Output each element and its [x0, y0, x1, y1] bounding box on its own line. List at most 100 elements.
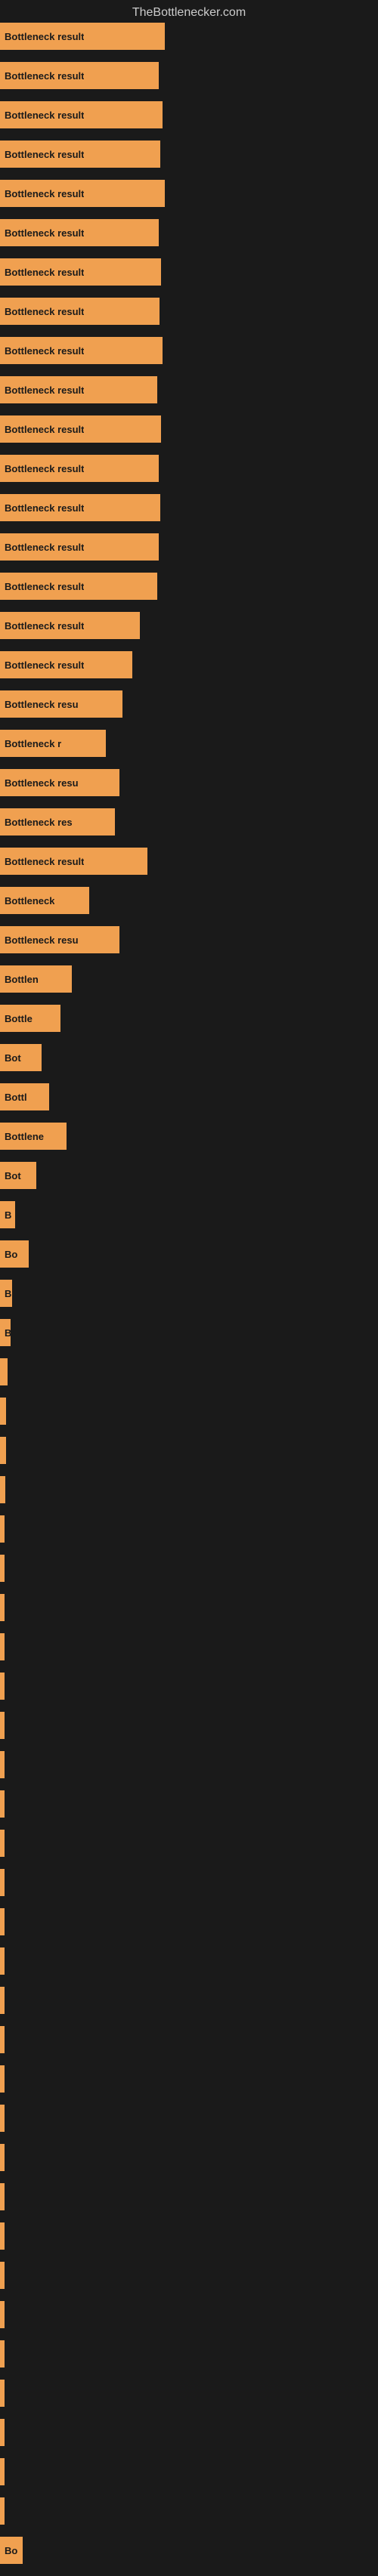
bar-item: Bottl: [0, 1083, 378, 1123]
bar-label: Bottleneck result: [5, 227, 84, 239]
bar-item: [0, 2458, 378, 2497]
bar-item: [0, 1712, 378, 1751]
bar-label: Bottleneck result: [5, 345, 84, 357]
bar-item: Bottleneck r: [0, 730, 378, 769]
bar-item: [0, 2340, 378, 2380]
bar-item: [0, 1555, 378, 1594]
bar-item: Bottleneck result: [0, 141, 378, 180]
bar-label: Bottlene: [5, 1131, 44, 1142]
bar-item: [0, 1830, 378, 1869]
bar-item: B: [0, 1319, 378, 1358]
bar-item: Bottleneck result: [0, 848, 378, 887]
bar-item: Bottleneck resu: [0, 690, 378, 730]
bar-item: Bottleneck result: [0, 494, 378, 533]
bar-item: [0, 1987, 378, 2026]
bar-item: Bottleneck: [0, 887, 378, 926]
bar-item: [0, 2419, 378, 2458]
bar-item: [0, 1947, 378, 1987]
bar-item: Bo: [0, 1240, 378, 1280]
bar-item: [0, 1908, 378, 1947]
bar-label: B: [5, 1327, 11, 1339]
bar-item: Bottleneck result: [0, 298, 378, 337]
bar-item: [0, 1633, 378, 1673]
bar-label: Bottleneck result: [5, 581, 84, 592]
bar-item: [0, 2301, 378, 2340]
bar-item: Bottleneck result: [0, 101, 378, 141]
bar-label: Bottleneck resu: [5, 934, 79, 946]
bar-item: [0, 1673, 378, 1712]
bar-item: [0, 2144, 378, 2183]
bar-label: Bottl: [5, 1092, 27, 1103]
bar-label: Bottleneck result: [5, 149, 84, 160]
bar-item: Bottleneck result: [0, 23, 378, 62]
bar-label: B: [5, 1288, 11, 1299]
bar-item: [0, 2026, 378, 2065]
bar-label: Bottleneck result: [5, 659, 84, 671]
bar-item: Bottleneck resu: [0, 769, 378, 808]
bar-item: Bottleneck result: [0, 180, 378, 219]
bar-item: Bottleneck result: [0, 219, 378, 258]
bar-label: Bot: [5, 1052, 21, 1064]
bar-item: B: [0, 1201, 378, 1240]
bar-item: Bottleneck result: [0, 455, 378, 494]
bar-item: Bottleneck result: [0, 258, 378, 298]
bar-label: Bottleneck result: [5, 188, 84, 199]
bar-label: Bottleneck result: [5, 31, 84, 42]
bar-item: [0, 1869, 378, 1908]
bar-item: Bottleneck result: [0, 651, 378, 690]
bar-label: Bottleneck result: [5, 502, 84, 514]
bar-label: Bottleneck resu: [5, 777, 79, 789]
bar-item: Bottleneck result: [0, 612, 378, 651]
bar-label: Bo: [5, 1249, 17, 1260]
bar-item: Bottlen: [0, 965, 378, 1005]
bar-item: Bo: [0, 2537, 378, 2576]
bar-label: Bottleneck result: [5, 70, 84, 82]
bar-item: [0, 1751, 378, 1790]
bar-label: Bottleneck result: [5, 856, 84, 867]
bar-label: Bottleneck result: [5, 385, 84, 396]
bar-label: Bottle: [5, 1013, 33, 1024]
bar-item: Bot: [0, 1044, 378, 1083]
bar-label: Bottlen: [5, 974, 39, 985]
bar-item: Bottle: [0, 1005, 378, 1044]
bar-label: Bo: [5, 2545, 17, 2556]
bar-item: [0, 2065, 378, 2105]
bar-item: Bottleneck result: [0, 337, 378, 376]
bar-item: [0, 1437, 378, 1476]
bar-item: Bot: [0, 1162, 378, 1201]
bar-label: Bottleneck result: [5, 620, 84, 632]
bar-label: Bottleneck r: [5, 738, 61, 749]
site-title: TheBottlenecker.com: [0, 0, 378, 23]
bar-label: Bottleneck result: [5, 542, 84, 553]
bar-item: [0, 2497, 378, 2537]
bar-item: [0, 1790, 378, 1830]
bar-label: Bot: [5, 1170, 21, 1181]
bar-label: Bottleneck result: [5, 110, 84, 121]
bar-item: [0, 2380, 378, 2419]
bar-label: B: [5, 1209, 11, 1221]
bar-label: Bottleneck: [5, 895, 54, 907]
bar-item: Bottlene: [0, 1123, 378, 1162]
bar-item: [0, 2262, 378, 2301]
bar-item: [0, 2222, 378, 2262]
bar-item: Bottleneck resu: [0, 926, 378, 965]
bar-item: Bottleneck result: [0, 415, 378, 455]
bar-item: Bottleneck res: [0, 808, 378, 848]
bar-item: [0, 1398, 378, 1437]
bar-label: Bottleneck result: [5, 463, 84, 474]
bar-label: Bottleneck result: [5, 306, 84, 317]
bar-label: Bottleneck resu: [5, 699, 79, 710]
bar-item: [0, 2105, 378, 2144]
bar-item: Bottleneck result: [0, 62, 378, 101]
bar-item: B: [0, 1280, 378, 1319]
bar-item: Bottleneck result: [0, 533, 378, 573]
bar-item: [0, 2183, 378, 2222]
bar-label: Bottleneck res: [5, 817, 73, 828]
bar-item: Bottleneck result: [0, 376, 378, 415]
bar-item: [0, 1358, 378, 1398]
bar-item: [0, 1594, 378, 1633]
bar-item: [0, 1476, 378, 1515]
bar-label: Bottleneck result: [5, 267, 84, 278]
bar-item: Bottleneck result: [0, 573, 378, 612]
bar-item: [0, 1515, 378, 1555]
